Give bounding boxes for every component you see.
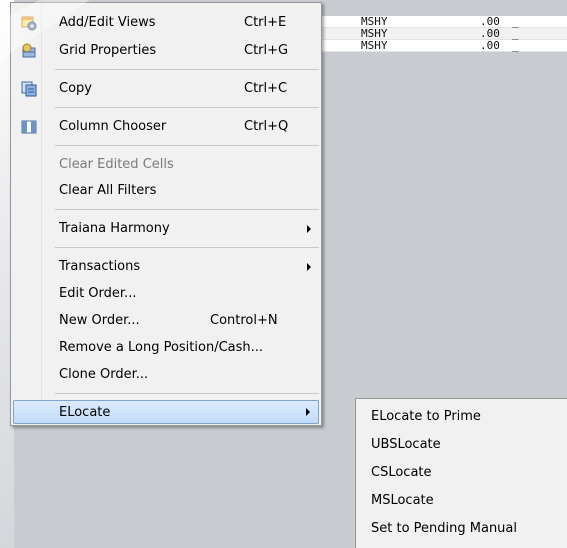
menu-separator: [55, 145, 319, 146]
menu-item-traiana-harmony[interactable]: Traiana Harmony: [13, 217, 319, 241]
menu-item-label: Clear All Filters: [59, 183, 157, 198]
menu-item-edit-order[interactable]: Edit Order...: [13, 282, 319, 306]
menu-item-label: Clear Edited Cells: [59, 157, 174, 172]
menu-item-elocate[interactable]: ELocate: [13, 400, 319, 424]
grid-cell-value: .00: [480, 27, 500, 40]
submenu-icon-gutter: [356, 399, 370, 548]
menu-item-label: Clone Order...: [59, 367, 149, 382]
grid-cell-value: .00: [480, 39, 500, 52]
menu-item-clear-all-filters[interactable]: Clear All Filters: [13, 179, 319, 203]
menu-item-label: Column Chooser: [59, 119, 167, 134]
menu-separator: [55, 247, 319, 248]
grid-row[interactable]: MSHY .00 _: [305, 28, 567, 40]
menu-item-shortcut: Ctrl+G: [244, 43, 289, 58]
grid-cell-symbol: MSHY: [361, 39, 388, 52]
submenu-item-cslocate[interactable]: CSLocate: [371, 461, 432, 485]
menu-item-clear-edited-cells[interactable]: Clear Edited Cells: [13, 153, 319, 177]
submenu-item-mslocate[interactable]: MSLocate: [371, 489, 434, 513]
menu-item-label: Edit Order...: [59, 286, 137, 301]
views-gear-icon: [21, 16, 37, 31]
grid-cell-symbol: MSHY: [361, 27, 388, 40]
grid-cell-flag: _: [512, 27, 519, 40]
submenu-arrow-icon: [306, 408, 310, 416]
menu-item-remove-long-position[interactable]: Remove a Long Position/Cash...: [13, 336, 319, 360]
grid-row[interactable]: MSHY .00 _: [305, 16, 567, 28]
menu-item-shortcut: Control+N: [210, 313, 278, 328]
menu-item-label: Grid Properties: [59, 43, 157, 58]
menu-item-transactions[interactable]: Transactions: [13, 255, 319, 279]
context-menu: Add/Edit Views Ctrl+E Grid Properties Ct…: [10, 2, 322, 426]
grid-cell-flag: _: [512, 15, 519, 28]
elocate-submenu: ELocate to Prime UBSLocate CSLocate MSLo…: [355, 398, 567, 548]
menu-item-label: Remove a Long Position/Cash...: [59, 340, 264, 355]
menu-item-label: ELocate: [59, 405, 111, 420]
submenu-item-ubslocate[interactable]: UBSLocate: [371, 433, 441, 457]
menu-separator: [55, 107, 319, 108]
column-chooser-icon: [21, 120, 37, 134]
submenu-item-set-to-pending-manual[interactable]: Set to Pending Manual: [371, 517, 517, 541]
menu-separator: [55, 209, 319, 210]
menu-item-grid-properties[interactable]: Grid Properties Ctrl+G: [13, 39, 319, 63]
grid-cell-flag: _: [512, 39, 519, 52]
menu-item-label: Transactions: [59, 259, 141, 274]
copy-icon: [21, 81, 37, 97]
menu-item-label: Copy: [59, 81, 92, 96]
grid-cell-value: .00: [480, 15, 500, 28]
menu-item-copy[interactable]: Copy Ctrl+C: [13, 77, 319, 101]
menu-item-label: Add/Edit Views: [59, 15, 156, 30]
menu-item-label: Traiana Harmony: [59, 221, 170, 236]
menu-item-clone-order[interactable]: Clone Order...: [13, 363, 319, 387]
grid-cell-symbol: MSHY: [361, 15, 388, 28]
menu-item-new-order[interactable]: New Order... Control+N: [13, 309, 319, 333]
grid-row[interactable]: MSHY .00 _: [305, 40, 567, 52]
grid-properties-icon: [22, 43, 36, 58]
submenu-arrow-icon: [307, 263, 311, 271]
menu-item-shortcut: Ctrl+C: [244, 81, 288, 96]
menu-item-shortcut: Ctrl+E: [244, 15, 287, 30]
menu-separator: [55, 69, 319, 70]
menu-icon-gutter: [11, 3, 42, 425]
submenu-arrow-icon: [307, 225, 311, 233]
menu-item-shortcut: Ctrl+Q: [244, 119, 289, 134]
menu-item-add-edit-views[interactable]: Add/Edit Views Ctrl+E: [13, 11, 319, 35]
menu-separator: [55, 393, 319, 394]
submenu-item-elocate-to-prime[interactable]: ELocate to Prime: [371, 405, 481, 429]
menu-item-label: New Order...: [59, 313, 140, 328]
menu-item-column-chooser[interactable]: Column Chooser Ctrl+Q: [13, 115, 319, 139]
